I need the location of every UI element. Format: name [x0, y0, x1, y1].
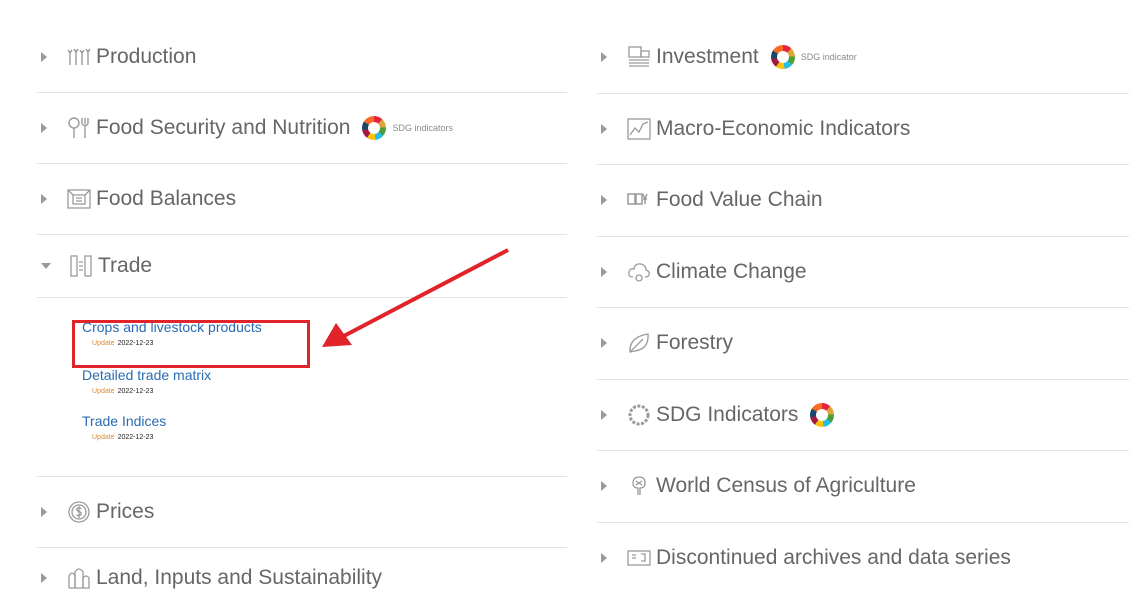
archive-icon	[627, 546, 651, 570]
sdg-wheel-icon	[810, 402, 835, 427]
land-icon	[67, 566, 91, 590]
domain-world-census[interactable]: World Census of Agriculture	[597, 451, 1129, 523]
trade-icon	[69, 254, 93, 278]
expand-caret-icon[interactable]	[601, 123, 607, 134]
domain-investment[interactable]: Investment SDG indicator	[597, 22, 1129, 94]
domain-label: Macro-Economic Indicators	[656, 116, 911, 140]
subitem-link[interactable]: Detailed trade matrix	[82, 367, 211, 383]
update-info: Update 2022-12-23	[82, 388, 211, 395]
domain-label: Discontinued archives and data series	[656, 546, 1011, 570]
highlight-box-annotation	[72, 320, 310, 368]
update-label: Update	[92, 434, 115, 441]
expand-caret-icon[interactable]	[601, 195, 607, 206]
update-date: 2022-12-23	[117, 434, 154, 441]
domain-climate-change[interactable]: Climate Change	[597, 237, 1129, 308]
domain-label: World Census of Agriculture	[656, 474, 916, 498]
update-date: 2022-12-23	[117, 388, 154, 395]
cutlery-icon	[67, 116, 91, 140]
domain-discontinued-archives[interactable]: Discontinued archives and data series	[597, 523, 1129, 595]
domain-food-balances[interactable]: Food Balances	[37, 164, 567, 235]
collapse-caret-icon[interactable]	[41, 263, 51, 269]
domain-label: Forestry	[656, 331, 734, 355]
line-chart-icon	[627, 117, 651, 141]
sdg-indicator-badge: SDG indicator	[800, 52, 857, 63]
investment-icon	[627, 45, 651, 69]
wheat-icon	[67, 45, 91, 69]
domain-sdg-indicators[interactable]: SDG Indicators	[597, 380, 1129, 451]
expand-caret-icon[interactable]	[601, 52, 607, 63]
cloud-icon	[627, 260, 651, 284]
domain-food-value-chain[interactable]: Food Value Chain	[597, 165, 1129, 237]
left-domain-list: Production Food Security and Nutrition S…	[37, 22, 567, 608]
value-chain-icon	[627, 188, 651, 212]
domain-label: Prices	[96, 500, 155, 523]
expand-caret-icon[interactable]	[601, 481, 607, 492]
expand-caret-icon[interactable]	[601, 409, 607, 420]
domain-land-inputs[interactable]: Land, Inputs and Sustainability	[37, 548, 567, 608]
sdg-wheel-icon	[770, 45, 795, 70]
sdg-wheel-outline-icon	[627, 403, 651, 427]
domain-label: Food Security and Nutrition	[96, 116, 351, 139]
domain-prices[interactable]: Prices	[37, 477, 567, 548]
expand-caret-icon[interactable]	[41, 507, 47, 517]
domain-food-security[interactable]: Food Security and Nutrition SDG indicato…	[37, 93, 567, 164]
subitem-link[interactable]: Trade Indices	[82, 413, 166, 429]
domain-macro-economic[interactable]: Macro-Economic Indicators	[597, 94, 1129, 165]
update-info: Update 2022-12-23	[82, 434, 166, 441]
domain-label: Food Balances	[96, 187, 237, 210]
sdg-wheel-icon	[362, 116, 387, 140]
expand-caret-icon[interactable]	[601, 338, 607, 349]
domain-production[interactable]: Production	[37, 22, 567, 93]
expand-caret-icon[interactable]	[41, 194, 47, 204]
sdg-indicators-badge: SDG indicators	[392, 123, 453, 133]
domain-label: Investment	[656, 45, 759, 69]
domain-label: Trade	[98, 254, 153, 277]
balance-sheet-icon	[67, 187, 91, 211]
domain-label: Food Value Chain	[656, 188, 823, 212]
domain-label: Production	[96, 45, 197, 68]
domain-label: Climate Change	[656, 259, 807, 283]
expand-caret-icon[interactable]	[41, 573, 47, 583]
update-label: Update	[92, 388, 115, 395]
expand-caret-icon[interactable]	[601, 553, 607, 564]
expand-caret-icon[interactable]	[41, 52, 47, 62]
expand-caret-icon[interactable]	[41, 123, 47, 133]
expand-caret-icon[interactable]	[601, 266, 607, 277]
trade-subitem-detailed-matrix[interactable]: Detailed trade matrix Update 2022-12-23	[82, 367, 211, 395]
domain-trade[interactable]: Trade	[37, 235, 567, 298]
domain-label: Land, Inputs and Sustainability	[96, 566, 383, 589]
domain-forestry[interactable]: Forestry	[597, 308, 1129, 380]
census-icon	[627, 474, 651, 498]
right-domain-list: Investment SDG indicator Macro-Economic …	[597, 22, 1129, 594]
leaf-icon	[627, 331, 651, 355]
domain-label: SDG Indicators	[656, 402, 799, 426]
trade-subitem-trade-indices[interactable]: Trade Indices Update 2022-12-23	[82, 413, 166, 441]
dollar-coin-icon	[67, 500, 91, 524]
